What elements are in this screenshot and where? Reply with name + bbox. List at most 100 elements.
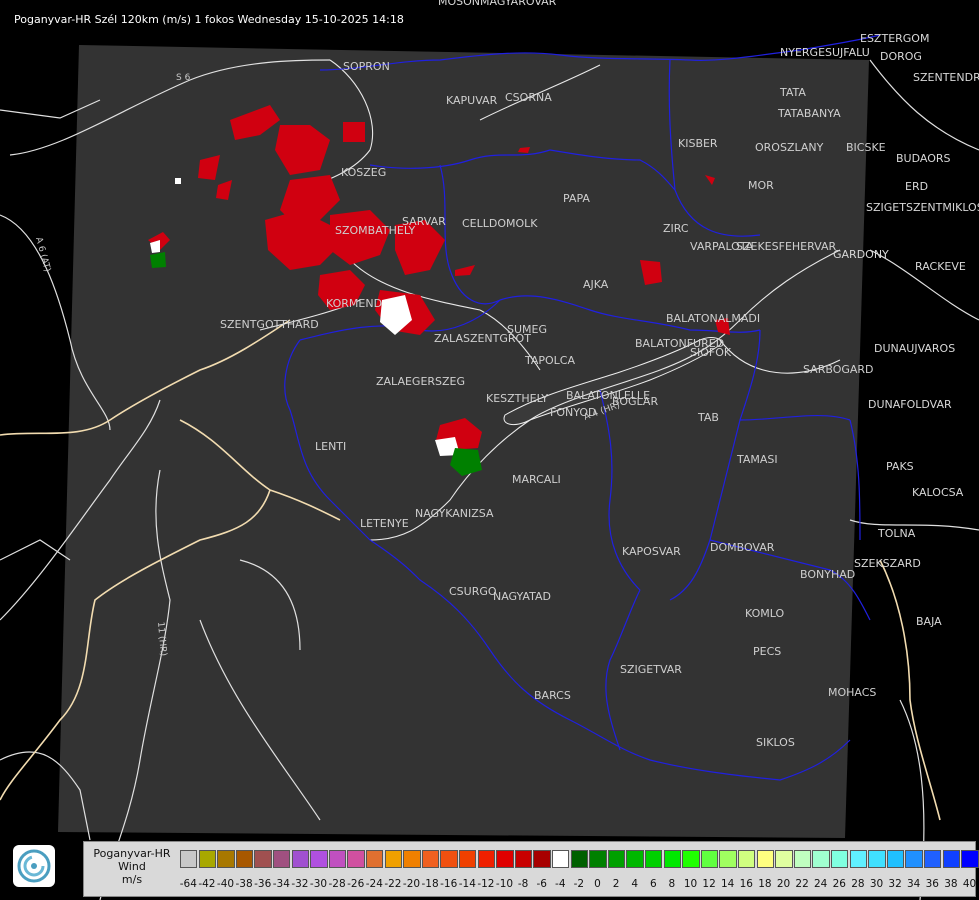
- city-label: MOSONMAGYAROVAR: [438, 0, 557, 8]
- legend-swatch: [496, 850, 514, 868]
- city-label: SZENTGOTTHARD: [220, 318, 319, 331]
- city-label: SARBOGARD: [803, 363, 874, 376]
- city-label: GARDONY: [833, 248, 889, 261]
- city-label: SZENTENDRE: [913, 71, 979, 84]
- color-scale-legend: Poganyvar-HR Wind m/s -64 -42 -40 -38 -36 -34…: [83, 841, 979, 897]
- city-label: ZALASZENTGROT: [434, 332, 531, 345]
- city-label: CSORNA: [505, 91, 552, 104]
- legend-swatch: [570, 850, 588, 868]
- legend-swatch: [217, 850, 235, 868]
- city-label: MOHACS: [828, 686, 876, 699]
- city-label: LENTI: [315, 440, 346, 453]
- city-label: PAPA: [563, 192, 590, 205]
- legend-radar-name: Poganyvar-HR: [93, 847, 171, 860]
- legend-swatch: [738, 850, 756, 868]
- city-label: MOR: [748, 179, 774, 192]
- legend-swatch: [366, 850, 384, 868]
- legend-swatch: [347, 850, 365, 868]
- city-label: NYERGESUJFALU: [780, 46, 870, 59]
- legend-swatch: [589, 850, 607, 868]
- city-label: BUDAORS: [896, 152, 951, 165]
- city-label: BAJA: [916, 615, 942, 628]
- legend-swatch: [700, 850, 719, 868]
- city-label: BALATONALMADI: [666, 312, 760, 325]
- radar-map: SOPRON KAPUVAR CSORNA KISBER TATA TATABA…: [0, 0, 979, 900]
- legend-swatch: [719, 850, 737, 868]
- legend-unit: m/s: [121, 873, 143, 886]
- city-label: SZEKESFEHERVAR: [736, 240, 837, 253]
- city-label: SZIGETVAR: [620, 663, 682, 676]
- legend-swatch: [198, 850, 216, 868]
- legend-swatch: [812, 850, 830, 868]
- legend-swatch: [626, 850, 644, 868]
- city-label: TAMASI: [736, 453, 778, 466]
- city-label: KISBER: [678, 137, 718, 150]
- city-label: OROSZLANY: [755, 141, 824, 154]
- city-label: CELLDOMOLK: [462, 217, 538, 230]
- city-label: NAGYKANIZSA: [415, 507, 494, 520]
- city-label: TATA: [779, 86, 806, 99]
- legend-swatch: [310, 850, 328, 868]
- city-label: KAPOSVAR: [622, 545, 681, 558]
- map-title: Poganyvar-HR Szél 120km (m/s) 1 fokos We…: [14, 13, 404, 26]
- city-label: ZALAEGERSZEG: [376, 375, 465, 388]
- legend-swatch: [905, 850, 923, 868]
- city-label: ESZTERGOM: [860, 32, 929, 45]
- city-label: TAB: [697, 411, 719, 424]
- legend-swatch: [961, 850, 979, 868]
- legend-swatch: [663, 850, 681, 868]
- city-label: KESZTHELY: [486, 392, 548, 405]
- city-label: KOMLO: [745, 607, 784, 620]
- legend-swatch: [793, 850, 812, 868]
- city-label: PECS: [753, 645, 781, 658]
- logo: [13, 845, 55, 887]
- city-label: PAKS: [886, 460, 914, 473]
- city-label: DOMBOVAR: [710, 541, 775, 554]
- city-label: SZEKSZARD: [854, 557, 921, 570]
- legend-swatch: [403, 850, 421, 868]
- city-label: BICSKE: [846, 141, 886, 154]
- city-label: AJKA: [583, 278, 609, 291]
- legend-swatch: [775, 850, 793, 868]
- city-label: KOSZEG: [341, 166, 386, 179]
- city-label: TATABANYA: [777, 107, 841, 120]
- legend-swatch: [384, 850, 402, 868]
- legend-swatch: [421, 850, 440, 868]
- road-label: S 6: [176, 73, 191, 83]
- city-label: BARCS: [534, 689, 571, 702]
- legend-swatch: [477, 850, 495, 868]
- legend-swatch: [459, 850, 477, 868]
- legend-swatch: [886, 850, 905, 868]
- legend-swatch: [849, 850, 867, 868]
- legend-product-name: Wind: [118, 860, 146, 873]
- legend-swatch: [831, 850, 849, 868]
- legend-swatch: [645, 850, 663, 868]
- city-label: SZOMBATHELY: [335, 224, 415, 237]
- city-label: SOPRON: [343, 60, 390, 73]
- road-label: A 6 (AT): [33, 236, 52, 273]
- city-label: RACKEVE: [915, 260, 966, 273]
- city-label: TOLNA: [877, 527, 916, 540]
- city-label: SIKLOS: [756, 736, 795, 749]
- city-label: LETENYE: [360, 517, 409, 530]
- legend-swatch: [682, 850, 700, 868]
- city-label: KORMEND: [326, 297, 382, 310]
- city-label: BONYHAD: [800, 568, 855, 581]
- legend-swatch: [235, 850, 254, 868]
- city-label: DOROG: [880, 50, 922, 63]
- legend-tick-label: 40: [962, 878, 977, 890]
- legend-swatch: [291, 850, 309, 868]
- legend-title: Poganyvar-HR Wind m/s: [90, 847, 174, 886]
- legend-swatch: [924, 850, 942, 868]
- legend-swatch: [756, 850, 774, 868]
- legend-swatch: [942, 850, 960, 868]
- legend-swatch: [868, 850, 886, 868]
- legend-swatch: [533, 850, 551, 868]
- legend-swatch: [607, 850, 626, 868]
- city-label: CSURGO: [449, 585, 497, 598]
- city-label: MARCALI: [512, 473, 561, 486]
- city-label: ZIRC: [663, 222, 689, 235]
- legend-swatch: [180, 850, 198, 868]
- legend-swatch: [273, 850, 291, 868]
- city-label: ERD: [905, 180, 928, 193]
